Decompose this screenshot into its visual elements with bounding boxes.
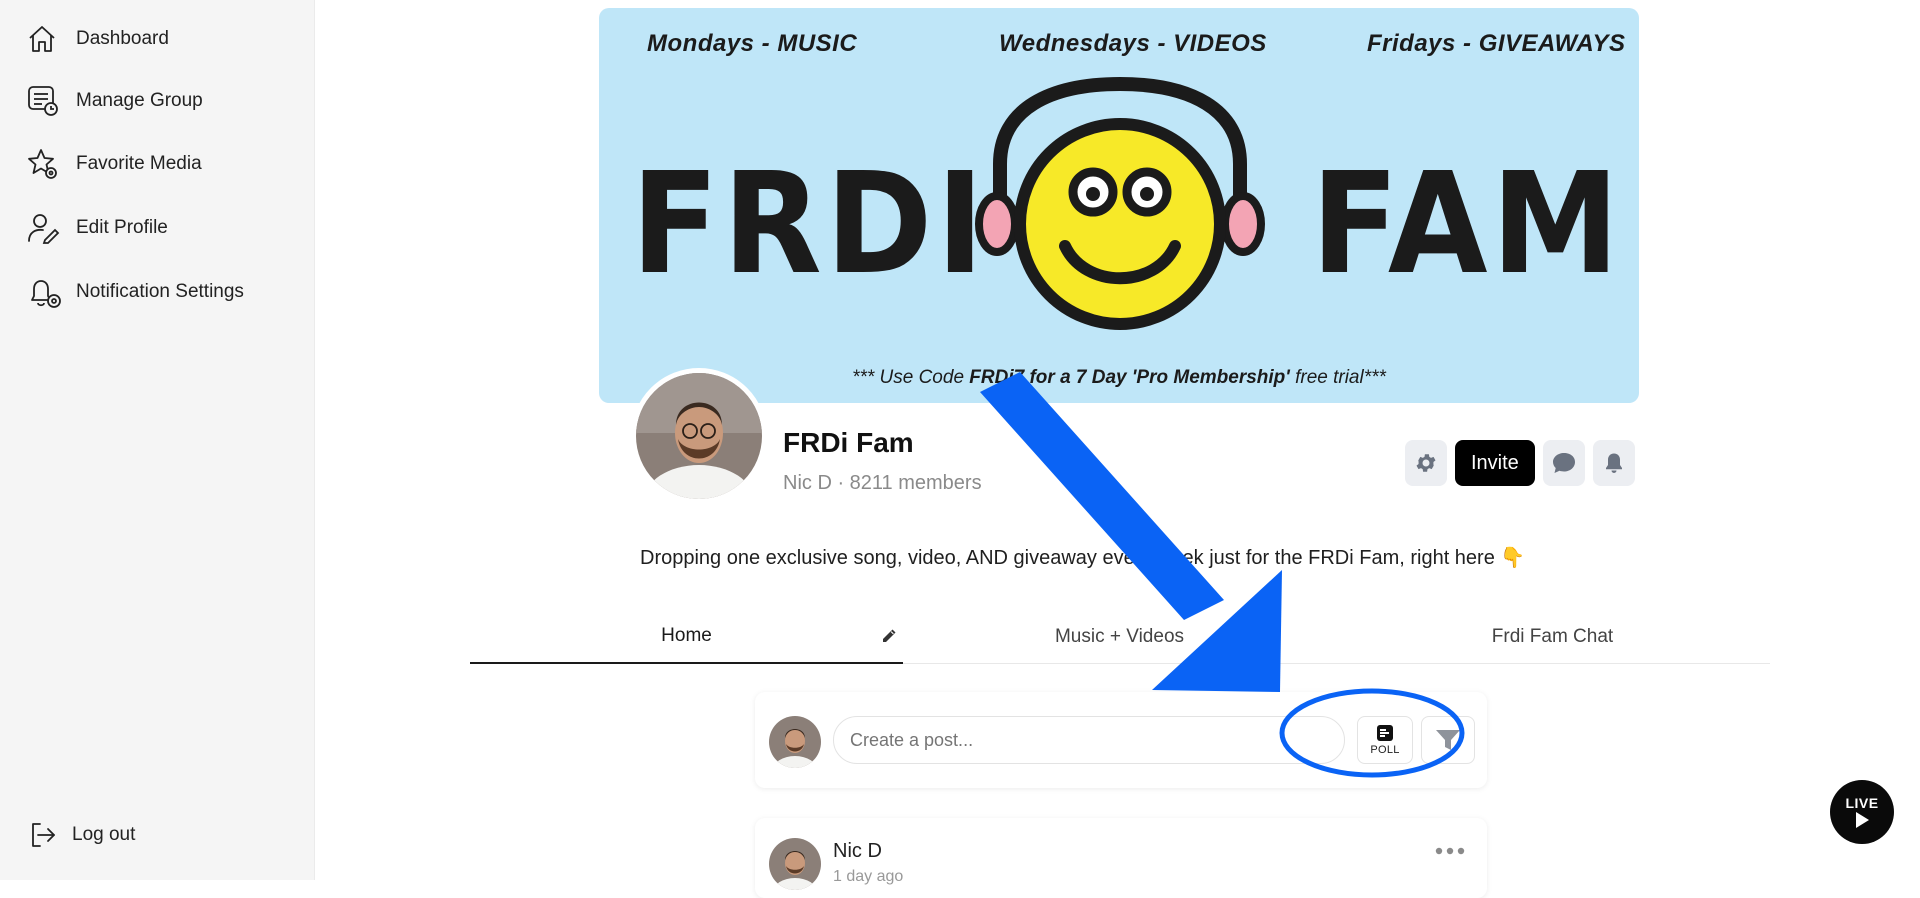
user-edit-icon — [26, 210, 62, 246]
logout-label: Log out — [72, 824, 136, 845]
bell-settings-icon — [26, 274, 62, 310]
group-name: FRDi Fam — [783, 427, 914, 458]
pencil-icon[interactable] — [881, 628, 897, 650]
banner-word-right: FAM — [1311, 143, 1624, 306]
tab-label: Home — [661, 625, 712, 646]
smiley-headphones-logo — [975, 76, 1265, 330]
sidebar-item-label: Favorite Media — [76, 153, 202, 174]
gear-icon — [1416, 454, 1436, 472]
post-author[interactable]: Nic D — [833, 840, 882, 863]
tab-label: Music + Videos — [1054, 626, 1185, 647]
group-tabs: Home Music + Videos Frdi Fam Chat — [470, 610, 1770, 664]
chat-icon — [1552, 453, 1575, 473]
banner-schedule-monday: Mondays - MUSIC — [647, 30, 858, 57]
live-button[interactable]: LIVE — [1830, 780, 1894, 844]
filter-button[interactable] — [1421, 716, 1475, 764]
post-composer: POLL — [755, 692, 1487, 788]
banner-word-left: FRDI — [631, 143, 988, 306]
poll-label: POLL — [1370, 744, 1400, 756]
sidebar-item-notification-settings[interactable]: Notification Settings — [26, 272, 244, 312]
group-actions: Invite — [1405, 440, 1635, 486]
poll-button[interactable]: POLL — [1357, 716, 1413, 764]
tab-frdi-fam-chat[interactable]: Frdi Fam Chat — [1336, 610, 1769, 664]
sidebar: Dashboard Manage Group Favorite Media Ed… — [0, 0, 315, 880]
banner-schedule-wednesday: Wednesdays - VIDEOS — [999, 30, 1267, 57]
create-post-input[interactable] — [833, 716, 1345, 764]
chat-button[interactable] — [1542, 440, 1585, 486]
invite-button[interactable]: Invite — [1455, 440, 1535, 486]
live-label: LIVE — [1845, 795, 1879, 811]
filter-icon — [1436, 730, 1460, 750]
sidebar-item-label: Notification Settings — [76, 281, 244, 302]
post-card: Nic D 1 day ago — [755, 818, 1487, 898]
bell-icon — [1605, 453, 1622, 473]
banner-schedule-friday: Fridays - GIVEAWAYS — [1367, 30, 1626, 57]
sidebar-item-label: Dashboard — [76, 28, 169, 49]
sidebar-item-manage-group[interactable]: Manage Group — [26, 81, 203, 121]
sidebar-item-label: Edit Profile — [76, 217, 168, 238]
home-icon — [26, 21, 62, 57]
poll-icon — [1377, 725, 1393, 741]
post-author-avatar[interactable] — [769, 838, 821, 890]
manage-group-icon — [26, 83, 62, 119]
logout-icon — [26, 817, 62, 853]
main-content: Mondays - MUSIC Wednesdays - VIDEOS Frid… — [315, 0, 1920, 898]
more-options-button[interactable] — [1435, 842, 1465, 860]
banner-promo: *** Use Code FRDi7 for a 7 Day 'Pro Memb… — [852, 367, 1386, 388]
post-timestamp: 1 day ago — [833, 868, 904, 885]
group-avatar[interactable] — [631, 368, 767, 504]
user-avatar — [769, 716, 821, 768]
tab-home[interactable]: Home — [470, 610, 903, 664]
group-description: Dropping one exclusive song, video, AND … — [640, 547, 1526, 569]
star-icon — [26, 146, 62, 182]
group-meta: Nic D · 8211 members — [783, 472, 982, 495]
notifications-button[interactable] — [1592, 440, 1635, 486]
tab-music-videos[interactable]: Music + Videos — [903, 610, 1336, 664]
sidebar-item-dashboard[interactable]: Dashboard — [26, 19, 169, 59]
play-icon — [1856, 812, 1869, 828]
group-member-count: · 8211 members — [837, 472, 982, 494]
sidebar-item-label: Manage Group — [76, 90, 203, 111]
settings-button[interactable] — [1405, 440, 1447, 486]
group-owner[interactable]: Nic D — [783, 472, 832, 494]
more-dots-icon — [1435, 847, 1465, 855]
group-banner: Mondays - MUSIC Wednesdays - VIDEOS Frid… — [599, 8, 1639, 403]
tab-label: Frdi Fam Chat — [1491, 626, 1614, 647]
sidebar-item-edit-profile[interactable]: Edit Profile — [26, 208, 168, 248]
logout-button[interactable]: Log out — [26, 815, 135, 855]
sidebar-item-favorite-media[interactable]: Favorite Media — [26, 144, 202, 184]
